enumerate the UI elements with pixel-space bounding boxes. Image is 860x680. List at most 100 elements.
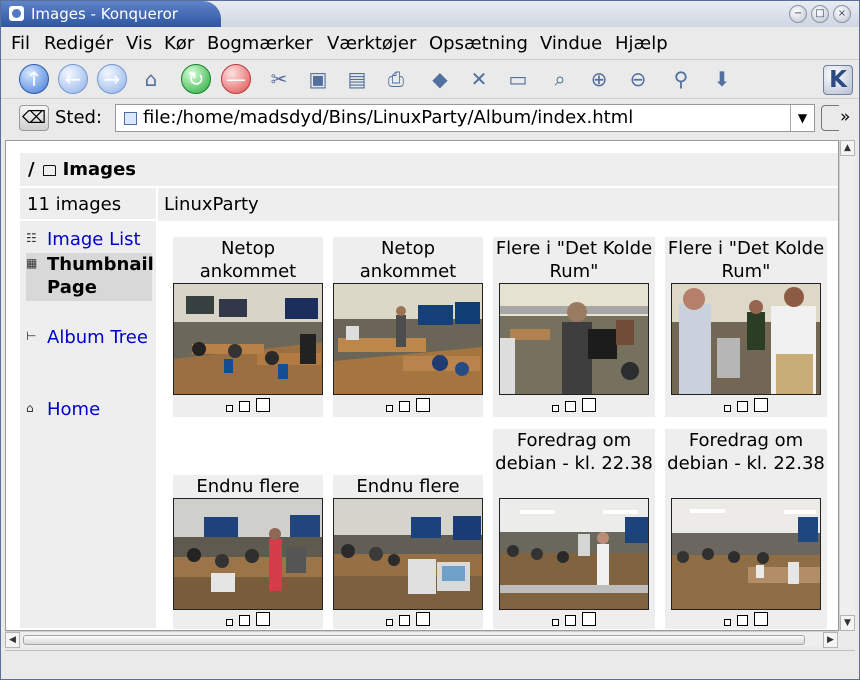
menu-file[interactable]: Fil (11, 29, 30, 59)
up-icon[interactable]: ↑ (19, 64, 49, 94)
toolbar-overflow-button[interactable]: » (840, 107, 850, 127)
copy-icon[interactable]: ▣ (303, 64, 333, 94)
scroll-left-button[interactable]: ◀ (5, 632, 20, 648)
small-size-link[interactable] (386, 619, 393, 626)
large-size-link[interactable] (256, 612, 270, 626)
home-label[interactable]: Home (47, 398, 152, 421)
album-name: LinuxParty (158, 188, 838, 221)
thumbnail-image-crowd[interactable] (173, 498, 323, 610)
medium-size-link[interactable] (737, 401, 748, 412)
bookmark-location-button[interactable] (821, 105, 839, 131)
album-sidebar: 11 images ☷ Image List ▦ Thumbnail Page … (20, 188, 156, 628)
thumbnail-image-room[interactable] (333, 283, 483, 395)
download-icon[interactable]: ⬇ (707, 64, 737, 94)
album-tree-link[interactable]: ⊢ Album Tree (26, 326, 152, 374)
url-input[interactable]: file:/home/madsdyd/Bins/LinuxParty/Album… (143, 105, 633, 131)
home-icon: ⌂ (26, 401, 34, 415)
medium-size-link[interactable] (239, 615, 250, 626)
window-title-tab: Images - Konqueror (1, 1, 221, 27)
home-icon[interactable]: ⌂ (136, 64, 166, 94)
small-size-link[interactable] (226, 619, 233, 626)
small-size-link[interactable] (552, 405, 559, 412)
large-size-link[interactable] (754, 612, 768, 626)
large-size-link[interactable] (582, 398, 596, 412)
folder-icon (42, 165, 56, 176)
location-dropdown-button[interactable]: ▼ (790, 105, 814, 131)
medium-size-link[interactable] (737, 615, 748, 626)
thumbnail-image-people[interactable] (671, 283, 821, 395)
zoom-in-icon[interactable]: ⊕ (584, 64, 614, 94)
thumbnail-caption: Flere i "Det Kolde Rum" (495, 238, 653, 282)
large-size-link[interactable] (416, 398, 430, 412)
window-controls: − □ × (789, 5, 851, 23)
size-controls (493, 398, 655, 414)
forward-icon[interactable]: → (97, 64, 127, 94)
security-icon[interactable]: ⚲ (666, 64, 696, 94)
konqueror-icon (9, 6, 24, 21)
print-icon[interactable]: ⎙ (381, 64, 411, 94)
menu-edit[interactable]: Redigér (44, 29, 113, 59)
scroll-down-button[interactable]: ▼ (840, 615, 855, 631)
medium-size-link[interactable] (399, 401, 410, 412)
menu-bar: Fil Redigér Vis Kør Bogmærker Værktøjer … (1, 29, 859, 59)
image-list-link[interactable]: ☷ Image List (26, 228, 152, 251)
location-field[interactable]: file:/home/madsdyd/Bins/LinuxParty/Album… (115, 104, 815, 132)
paste-icon[interactable]: ▤ (342, 64, 372, 94)
small-size-link[interactable] (386, 405, 393, 412)
thumbnail-caption: Foredrag om debian - kl. 22.38 (495, 430, 653, 474)
thumbnail-card: Netop ankommet (333, 237, 483, 417)
scroll-up-button[interactable]: ▲ (840, 140, 855, 156)
image-list-label[interactable]: Image List (47, 228, 152, 251)
maximize-button[interactable]: □ (811, 5, 829, 23)
album-tree-label[interactable]: Album Tree (47, 326, 152, 349)
large-size-link[interactable] (754, 398, 768, 412)
vertical-scrollbar[interactable]: ▲ ▼ (839, 140, 855, 631)
menu-help[interactable]: Hjælp (615, 29, 668, 59)
horizontal-scroll-thumb[interactable] (23, 635, 805, 645)
zoom-out-icon[interactable]: ⊖ (623, 64, 653, 94)
back-icon[interactable]: ← (58, 64, 88, 94)
small-size-link[interactable] (552, 619, 559, 626)
home-link[interactable]: ⌂ Home (26, 398, 152, 421)
thumbnail-page-icon: ▦ (26, 256, 38, 270)
find-icon[interactable]: ⌕ (545, 64, 575, 94)
medium-size-link[interactable] (399, 615, 410, 626)
thumbnail-image-room[interactable] (173, 283, 323, 395)
menu-view[interactable]: Vis (126, 29, 152, 59)
cut-icon[interactable]: ✂ (264, 64, 294, 94)
open-window-icon[interactable]: ▭ (503, 64, 533, 94)
menu-window[interactable]: Vindue (540, 29, 602, 59)
title-bar[interactable]: Images - Konqueror − □ × (1, 1, 859, 27)
menu-go[interactable]: Kør (164, 29, 194, 59)
close-button[interactable]: × (833, 5, 851, 23)
page-viewport[interactable]: / Images 11 images ☷ Image List ▦ Thumbna… (5, 140, 839, 631)
small-size-link[interactable] (226, 405, 233, 412)
menu-bookmarks[interactable]: Bogmærker (207, 29, 313, 59)
thumbnail-caption: Foredrag om debian - kl. 22.38 (667, 430, 825, 474)
thumbnail-card: Endnu flere (173, 475, 323, 629)
thumbnail-image-crowd[interactable] (333, 498, 483, 610)
stop-icon[interactable]: — (221, 64, 251, 94)
delete-icon[interactable]: ✕ (464, 64, 494, 94)
small-size-link[interactable] (724, 619, 731, 626)
large-size-link[interactable] (416, 612, 430, 626)
thumbnail-image-presentation[interactable] (671, 498, 821, 610)
medium-size-link[interactable] (565, 401, 576, 412)
large-size-link[interactable] (582, 612, 596, 626)
large-size-link[interactable] (256, 398, 270, 412)
small-size-link[interactable] (724, 405, 731, 412)
new-folder-icon[interactable]: ◆ (425, 64, 455, 94)
thumbnail-image-people[interactable] (499, 283, 649, 395)
medium-size-link[interactable] (565, 615, 576, 626)
menu-settings[interactable]: Opsætning (429, 29, 528, 59)
minimize-button[interactable]: − (789, 5, 807, 23)
kde-logo[interactable]: K (823, 65, 853, 95)
thumbnail-image-presentation[interactable] (499, 498, 649, 610)
menu-tools[interactable]: Værktøjer (327, 29, 416, 59)
horizontal-scrollbar[interactable]: ◀ ▶ (5, 631, 839, 648)
scroll-right-button[interactable]: ▶ (823, 632, 838, 648)
medium-size-link[interactable] (239, 401, 250, 412)
clear-location-button[interactable]: ⌫ (19, 105, 49, 131)
size-controls (333, 398, 483, 414)
reload-icon[interactable]: ↻ (181, 64, 211, 94)
